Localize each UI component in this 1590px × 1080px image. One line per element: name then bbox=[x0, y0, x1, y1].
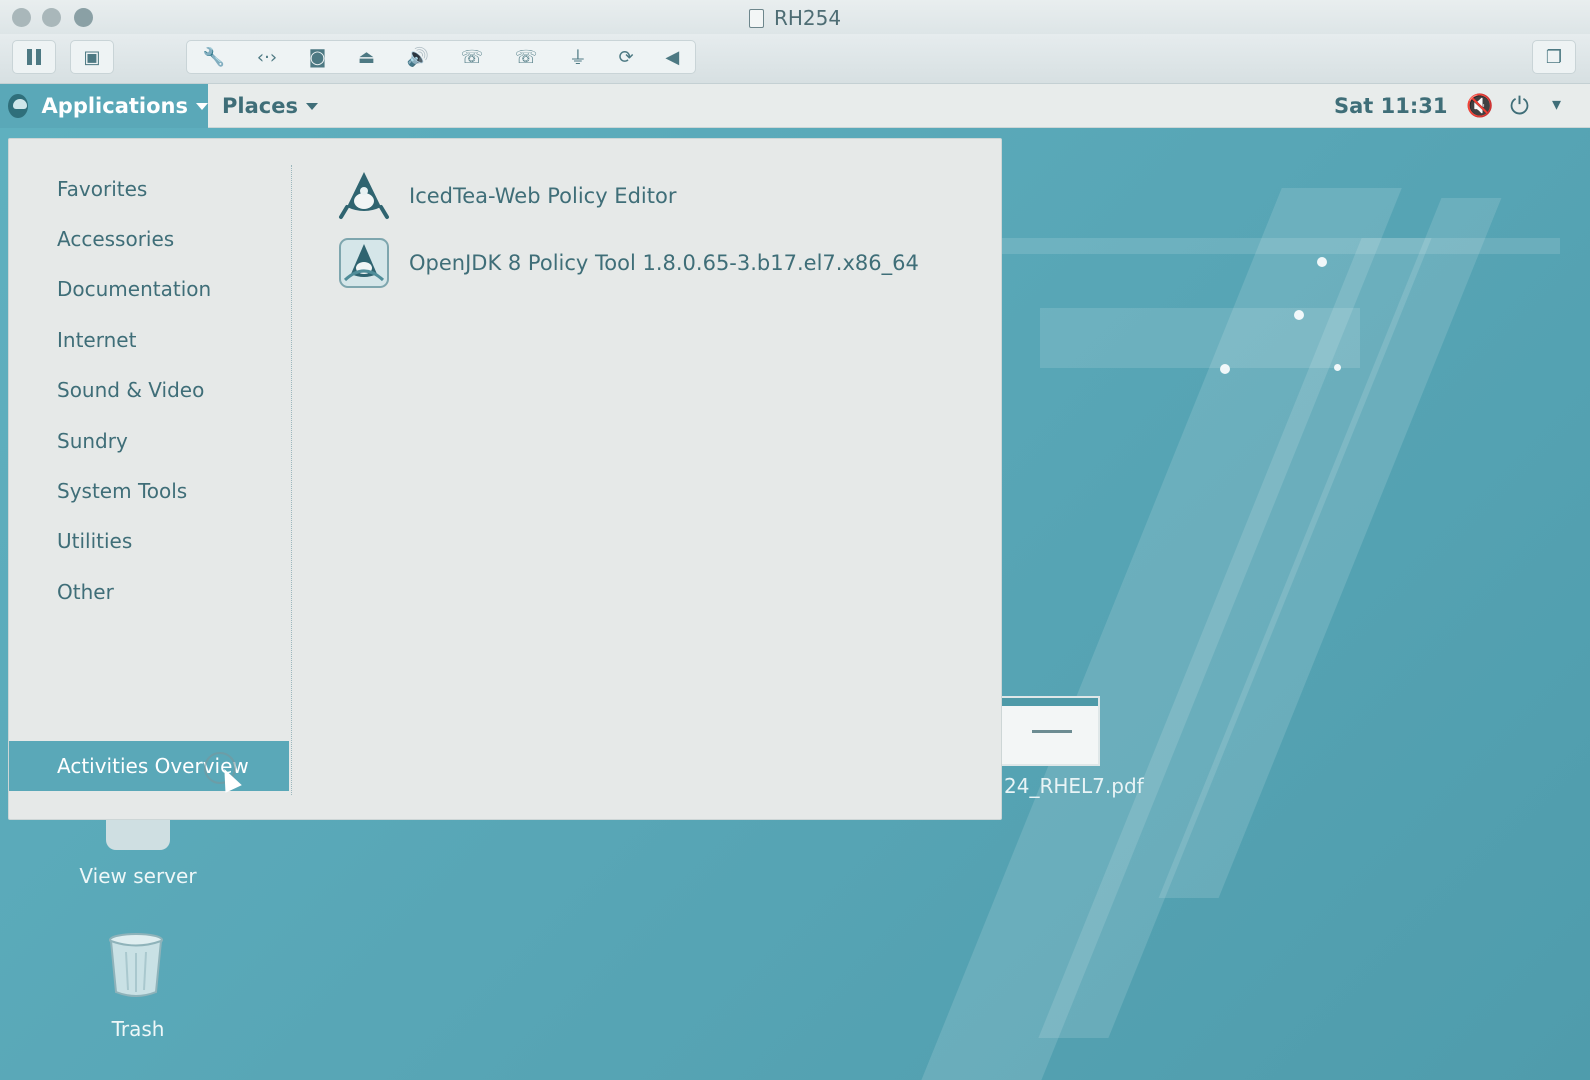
vm-window-titlebar: RH254 bbox=[0, 0, 1590, 34]
restore-icon: ❐ bbox=[1545, 46, 1563, 68]
device-toolbar-group: 🔧 ‹·› ◙ ⏏ 🔊 ☏ ☏ ⏚ ⟳ ◀ bbox=[186, 40, 696, 74]
disk-icon[interactable]: ◙ bbox=[309, 47, 326, 68]
collapse-left-icon[interactable]: ◀ bbox=[665, 47, 679, 68]
category-favorites[interactable]: Favorites bbox=[57, 177, 147, 201]
power-icon[interactable]: ⏻ bbox=[1510, 92, 1529, 120]
pause-button[interactable] bbox=[12, 40, 56, 74]
menu-divider bbox=[291, 165, 292, 795]
places-menu-button[interactable]: Places bbox=[222, 84, 318, 128]
app-name: IcedTea-Web Policy Editor bbox=[409, 184, 677, 208]
wrench-icon[interactable]: 🔧 bbox=[203, 47, 225, 68]
volume-muted-icon[interactable]: 🔇 bbox=[1466, 94, 1493, 119]
category-utilities[interactable]: Utilities bbox=[57, 529, 132, 553]
category-list: Favorites Accessories Documentation Inte… bbox=[9, 139, 289, 819]
java-duke-icon bbox=[339, 172, 389, 219]
speaker-icon[interactable]: 🔊 bbox=[406, 47, 428, 68]
drive-icon[interactable]: ⏏ bbox=[358, 47, 375, 68]
system-menu-chevron-icon[interactable]: ▾ bbox=[1552, 94, 1561, 115]
refresh-icon[interactable]: ⟳ bbox=[619, 47, 634, 68]
app-name: OpenJDK 8 Policy Tool 1.8.0.65-3.b17.el7… bbox=[409, 251, 919, 275]
chevron-down-icon bbox=[196, 102, 208, 110]
network-icon[interactable]: ‹·› bbox=[257, 47, 277, 68]
window-title-text: RH254 bbox=[773, 6, 842, 30]
window-title: RH254 bbox=[0, 6, 1590, 30]
phone-icon[interactable]: ☏ bbox=[515, 47, 538, 68]
app-item-openjdk-policy-tool[interactable]: OpenJDK 8 Policy Tool 1.8.0.65-3.b17.el7… bbox=[337, 236, 919, 290]
vm-toolbar: ▣ 🔧 ‹·› ◙ ⏏ 🔊 ☏ ☏ ⏚ ⟳ ◀ ❐ bbox=[0, 34, 1590, 84]
pdf-file-icon[interactable] bbox=[1000, 696, 1100, 766]
places-label: Places bbox=[222, 94, 298, 118]
applications-label: Applications bbox=[41, 94, 188, 118]
activities-overview-button[interactable]: Activities Overview bbox=[9, 741, 289, 791]
pdf-file-label[interactable]: 24_RHEL7.pdf bbox=[1004, 774, 1144, 798]
snapshot-button[interactable]: ▣ bbox=[70, 40, 114, 74]
app-item-icedtea-policy-editor[interactable]: IcedTea-Web Policy Editor bbox=[337, 169, 676, 223]
clock[interactable]: Sat 11:31 bbox=[1334, 84, 1448, 128]
category-accessories[interactable]: Accessories bbox=[57, 227, 174, 251]
applications-menu-popup: Favorites Accessories Documentation Inte… bbox=[8, 138, 1002, 820]
trash-icon[interactable] bbox=[108, 932, 164, 998]
phone-icon[interactable]: ☏ bbox=[461, 47, 484, 68]
category-sound-video[interactable]: Sound & Video bbox=[57, 378, 204, 402]
category-documentation[interactable]: Documentation bbox=[57, 277, 211, 301]
restore-button[interactable]: ❐ bbox=[1532, 40, 1576, 74]
category-system-tools[interactable]: System Tools bbox=[57, 479, 187, 503]
fedora-logo-icon bbox=[8, 94, 28, 118]
applications-menu-button[interactable]: Applications bbox=[0, 84, 208, 128]
view-server-label[interactable]: View server bbox=[58, 864, 218, 888]
chevron-down-icon bbox=[305, 102, 318, 110]
document-icon bbox=[748, 9, 764, 28]
trash-label[interactable]: Trash bbox=[58, 1017, 218, 1041]
category-sundry[interactable]: Sundry bbox=[57, 429, 128, 453]
usb-icon[interactable]: ⏚ bbox=[569, 44, 587, 70]
policy-tool-icon bbox=[339, 238, 389, 288]
snapshot-icon: ▣ bbox=[83, 46, 101, 68]
category-internet[interactable]: Internet bbox=[57, 328, 136, 352]
category-other[interactable]: Other bbox=[57, 580, 114, 604]
pause-icon bbox=[27, 49, 41, 65]
gnome-top-bar: Applications Places Sat 11:31 🔇 ⏻ ▾ bbox=[0, 84, 1590, 128]
